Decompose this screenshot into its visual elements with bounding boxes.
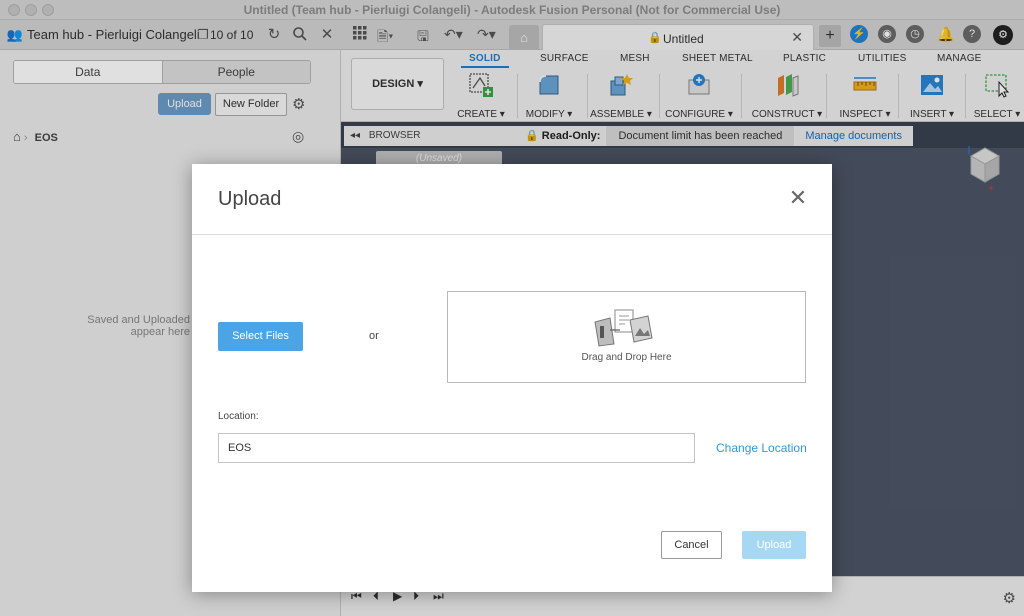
select-files-button[interactable]: Select Files: [218, 322, 303, 351]
dialog-title: Upload: [218, 188, 282, 210]
location-field[interactable]: [218, 433, 695, 463]
close-icon[interactable]: ✕: [788, 187, 808, 209]
dialog-divider: [192, 234, 832, 235]
drag-drop-files-icon: [594, 309, 653, 347]
change-location-link[interactable]: Change Location: [716, 441, 807, 455]
drop-zone-label: Drag and Drop Here: [581, 352, 672, 363]
drop-zone[interactable]: Drag and Drop Here: [447, 291, 806, 383]
cancel-button[interactable]: Cancel: [661, 531, 722, 559]
or-separator: or: [369, 330, 379, 342]
upload-dialog: Upload ✕ Select Files or Drag and Drop H…: [192, 164, 832, 592]
location-label: Location:: [218, 411, 259, 422]
upload-submit-button[interactable]: Upload: [742, 531, 806, 559]
